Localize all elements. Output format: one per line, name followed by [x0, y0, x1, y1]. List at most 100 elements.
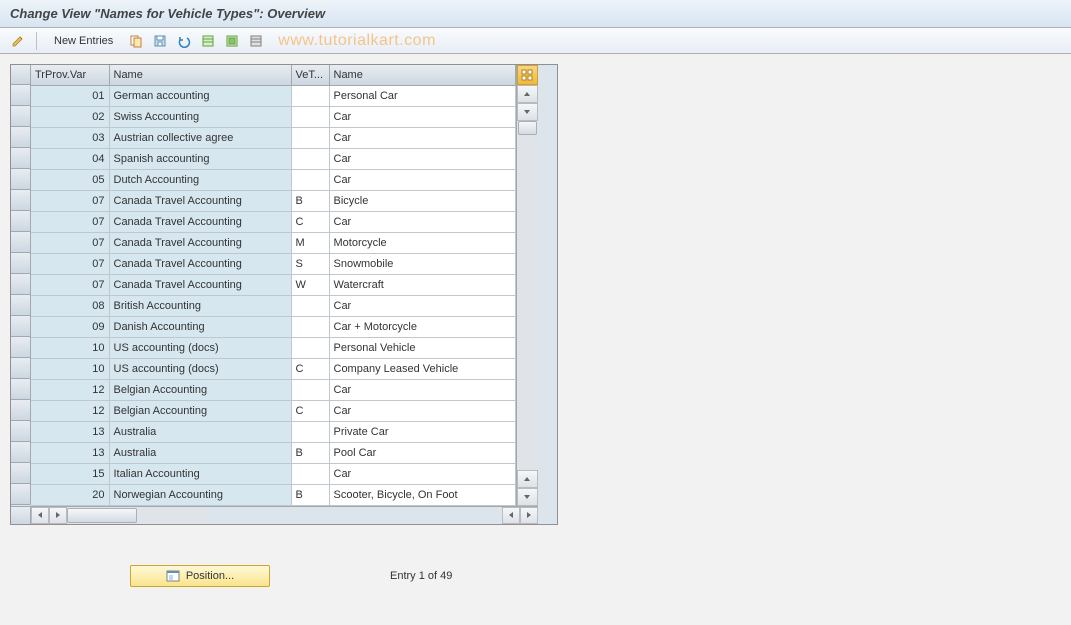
- row-selector[interactable]: [11, 211, 31, 232]
- cell-trprov[interactable]: 08: [31, 295, 109, 316]
- cell-vet[interactable]: B: [291, 484, 329, 505]
- table-settings-icon[interactable]: [517, 65, 538, 85]
- table-row[interactable]: 03Austrian collective agreeCar: [31, 127, 515, 148]
- scroll-down-button-2[interactable]: [517, 488, 538, 506]
- cell-trprov[interactable]: 09: [31, 316, 109, 337]
- cell-name2[interactable]: Car: [329, 400, 515, 421]
- table-row[interactable]: 07Canada Travel AccountingMMotorcycle: [31, 232, 515, 253]
- select-block-icon[interactable]: [222, 31, 242, 51]
- cell-name2[interactable]: Company Leased Vehicle: [329, 358, 515, 379]
- hscroll-left-button-2[interactable]: [502, 507, 520, 524]
- table-row[interactable]: 15Italian AccountingCar: [31, 463, 515, 484]
- hscroll-right-button[interactable]: [49, 507, 67, 524]
- table-row[interactable]: 08British AccountingCar: [31, 295, 515, 316]
- cell-name1[interactable]: German accounting: [109, 85, 291, 106]
- table-row[interactable]: 13AustraliaBPool Car: [31, 442, 515, 463]
- cell-name2[interactable]: Car: [329, 106, 515, 127]
- cell-vet[interactable]: C: [291, 358, 329, 379]
- table-row[interactable]: 05Dutch AccountingCar: [31, 169, 515, 190]
- row-selector[interactable]: [11, 421, 31, 442]
- row-selector-header[interactable]: [11, 65, 31, 85]
- cell-name2[interactable]: Car: [329, 463, 515, 484]
- new-entries-button[interactable]: New Entries: [45, 32, 122, 50]
- cell-vet[interactable]: [291, 421, 329, 442]
- row-selector[interactable]: [11, 169, 31, 190]
- cell-name2[interactable]: Car: [329, 148, 515, 169]
- horizontal-scroll-thumb[interactable]: [67, 508, 137, 523]
- cell-vet[interactable]: [291, 169, 329, 190]
- vertical-scroll-track[interactable]: [517, 121, 538, 470]
- row-selector[interactable]: [11, 253, 31, 274]
- cell-name1[interactable]: US accounting (docs): [109, 358, 291, 379]
- cell-vet[interactable]: [291, 379, 329, 400]
- row-selector[interactable]: [11, 190, 31, 211]
- cell-vet[interactable]: W: [291, 274, 329, 295]
- cell-trprov[interactable]: 01: [31, 85, 109, 106]
- cell-name1[interactable]: Austrian collective agree: [109, 127, 291, 148]
- row-selector[interactable]: [11, 358, 31, 379]
- cell-trprov[interactable]: 07: [31, 211, 109, 232]
- select-all-icon[interactable]: [198, 31, 218, 51]
- cell-trprov[interactable]: 07: [31, 232, 109, 253]
- vertical-scroll-thumb[interactable]: [518, 121, 537, 135]
- scroll-down-button[interactable]: [517, 103, 538, 121]
- row-selector[interactable]: [11, 232, 31, 253]
- cell-trprov[interactable]: 10: [31, 337, 109, 358]
- header-trprov[interactable]: TrProv.Var: [31, 65, 109, 85]
- row-selector[interactable]: [11, 463, 31, 484]
- cell-name2[interactable]: Personal Vehicle: [329, 337, 515, 358]
- scroll-up-button-2[interactable]: [517, 470, 538, 488]
- scroll-up-button[interactable]: [517, 85, 538, 103]
- cell-name2[interactable]: Scooter, Bicycle, On Foot: [329, 484, 515, 505]
- cell-name1[interactable]: Australia: [109, 421, 291, 442]
- cell-trprov[interactable]: 05: [31, 169, 109, 190]
- row-selector[interactable]: [11, 379, 31, 400]
- cell-vet[interactable]: [291, 316, 329, 337]
- cell-name2[interactable]: Car: [329, 127, 515, 148]
- table-row[interactable]: 04Spanish accounting Car: [31, 148, 515, 169]
- header-vet[interactable]: VeT...: [291, 65, 329, 85]
- cell-vet[interactable]: [291, 463, 329, 484]
- cell-name1[interactable]: Spanish accounting: [109, 148, 291, 169]
- cell-trprov[interactable]: 07: [31, 253, 109, 274]
- cell-name2[interactable]: Personal Car: [329, 85, 515, 106]
- cell-name1[interactable]: Italian Accounting: [109, 463, 291, 484]
- cell-name1[interactable]: Australia: [109, 442, 291, 463]
- cell-trprov[interactable]: 20: [31, 484, 109, 505]
- cell-vet[interactable]: S: [291, 253, 329, 274]
- table-row[interactable]: 02Swiss AccountingCar: [31, 106, 515, 127]
- cell-trprov[interactable]: 13: [31, 421, 109, 442]
- cell-name2[interactable]: Car: [329, 379, 515, 400]
- cell-name2[interactable]: Car: [329, 211, 515, 232]
- cell-trprov[interactable]: 04: [31, 148, 109, 169]
- deselect-icon[interactable]: [246, 31, 266, 51]
- cell-name1[interactable]: Canada Travel Accounting: [109, 253, 291, 274]
- cell-name2[interactable]: Motorcycle: [329, 232, 515, 253]
- horizontal-scroll-track[interactable]: [67, 507, 207, 524]
- copy-icon[interactable]: [126, 31, 146, 51]
- cell-vet[interactable]: [291, 85, 329, 106]
- hscroll-right-button-2[interactable]: [520, 507, 538, 524]
- cell-name2[interactable]: Watercraft: [329, 274, 515, 295]
- table-row[interactable]: 20Norwegian AccountingBScooter, Bicycle,…: [31, 484, 515, 505]
- header-name2[interactable]: Name: [329, 65, 515, 85]
- cell-name1[interactable]: Swiss Accounting: [109, 106, 291, 127]
- cell-name2[interactable]: Bicycle: [329, 190, 515, 211]
- row-selector[interactable]: [11, 400, 31, 421]
- row-selector[interactable]: [11, 148, 31, 169]
- cell-trprov[interactable]: 13: [31, 442, 109, 463]
- cell-name1[interactable]: Danish Accounting: [109, 316, 291, 337]
- cell-trprov[interactable]: 12: [31, 400, 109, 421]
- cell-vet[interactable]: C: [291, 400, 329, 421]
- undo-icon[interactable]: [174, 31, 194, 51]
- hscroll-left-button[interactable]: [31, 507, 49, 524]
- table-row[interactable]: 10US accounting (docs)CCompany Leased Ve…: [31, 358, 515, 379]
- row-selector[interactable]: [11, 442, 31, 463]
- cell-name2[interactable]: Car: [329, 295, 515, 316]
- cell-name1[interactable]: US accounting (docs): [109, 337, 291, 358]
- cell-name2[interactable]: Car + Motorcycle: [329, 316, 515, 337]
- header-name1[interactable]: Name: [109, 65, 291, 85]
- cell-vet[interactable]: [291, 148, 329, 169]
- row-selector[interactable]: [11, 316, 31, 337]
- pencil-icon[interactable]: [8, 31, 28, 51]
